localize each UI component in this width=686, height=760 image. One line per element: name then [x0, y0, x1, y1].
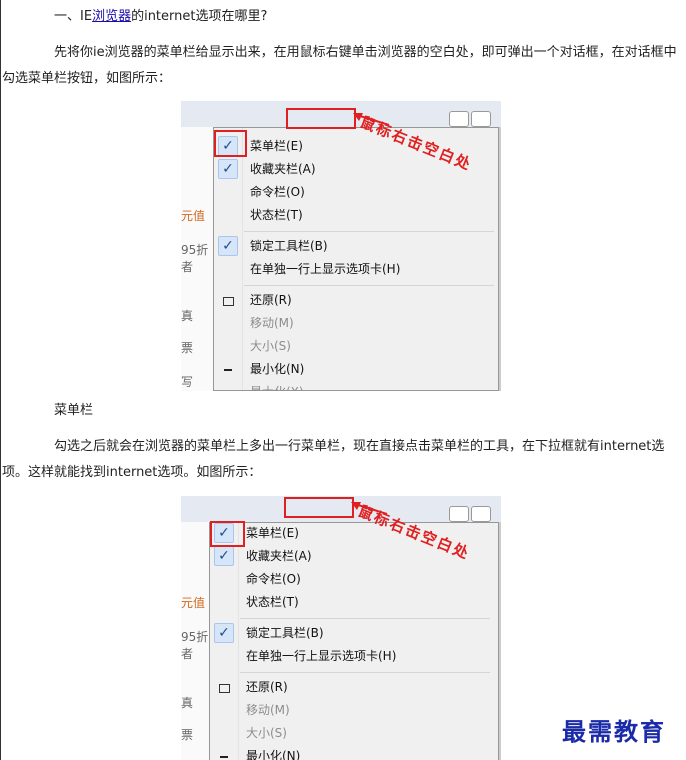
menu-item-minimize[interactable]: 最小化(N): [246, 745, 300, 760]
menu-item-favorites[interactable]: 收藏夹栏(A): [246, 545, 312, 567]
check-icon: ✓: [214, 546, 234, 566]
menu-item-status[interactable]: 状态栏(T): [250, 204, 303, 226]
menu-item-menubar[interactable]: 菜单栏(E): [246, 522, 299, 544]
menu-item-move: 移动(M): [246, 703, 290, 717]
menu-item-command[interactable]: 命令栏(O): [246, 568, 301, 590]
check-icon: ✓: [218, 236, 238, 256]
highlight-menubar-check: [214, 130, 247, 157]
menu-item-size: 大小(S): [246, 726, 287, 740]
minimize-icon: [220, 756, 228, 758]
highlight-blank-area: [284, 497, 354, 518]
menu-item-lock-toolbar[interactable]: 锁定工具栏(B): [250, 235, 328, 257]
watermark-logo: 最需教育: [562, 717, 666, 746]
menu-item-status[interactable]: 状态栏(T): [246, 591, 299, 613]
context-menu-screenshot-1: 元值 95折者 真 票 写 ✓ 菜单栏(E) ✓ 收藏夹栏(A) 命令栏(O) …: [181, 101, 501, 391]
menu-item-move: 移动(M): [250, 316, 294, 330]
page-fragment: 元值 95折者 真 票: [181, 522, 210, 760]
menu-item-maximize: 最大化(X): [250, 381, 304, 391]
restore-icon: [219, 684, 230, 693]
menu-item-menubar[interactable]: 菜单栏(E): [250, 135, 303, 157]
paragraph-2: 勾选之后就会在浏览器的菜单栏上多出一行菜单栏，现在直接点击菜单栏的工具，在下拉框…: [2, 439, 665, 480]
page-fragment: 元值 95折者 真 票 写: [181, 127, 214, 391]
menu-item-size: 大小(S): [250, 339, 291, 353]
check-icon: ✓: [214, 623, 234, 643]
heading: 一、IE浏览器的internet选项在哪里?: [54, 9, 268, 24]
browser-link[interactable]: 浏览器: [92, 9, 131, 24]
paragraph-1: 先将你ie浏览器的菜单栏给显示出来，在用鼠标右键单击浏览器的空白处，即可弹出一个…: [2, 45, 677, 86]
restore-icon: [223, 297, 234, 306]
highlight-blank-area: [286, 108, 356, 129]
menu-item-command[interactable]: 命令栏(O): [250, 181, 305, 203]
caption: 菜单栏: [54, 403, 94, 418]
minimize-icon: [224, 369, 232, 371]
context-menu-screenshot-2: 元值 95折者 真 票 ✓ 菜单栏(E) ✓ 收藏夹栏(A) 命令栏(O) 状态…: [181, 496, 501, 760]
menu-item-lock-toolbar[interactable]: 锁定工具栏(B): [246, 622, 324, 644]
menu-item-restore[interactable]: 还原(R): [250, 289, 292, 311]
left-border: [0, 0, 1, 760]
check-icon: ✓: [218, 159, 238, 179]
menu-item-tabs-row[interactable]: 在单独一行上显示选项卡(H): [246, 645, 396, 667]
highlight-menubar-check: [210, 521, 245, 547]
menu-item-minimize[interactable]: 最小化(N): [250, 358, 304, 380]
menu-item-favorites[interactable]: 收藏夹栏(A): [250, 158, 316, 180]
menu-item-tabs-row[interactable]: 在单独一行上显示选项卡(H): [250, 258, 400, 280]
menu-item-restore[interactable]: 还原(R): [246, 676, 288, 698]
